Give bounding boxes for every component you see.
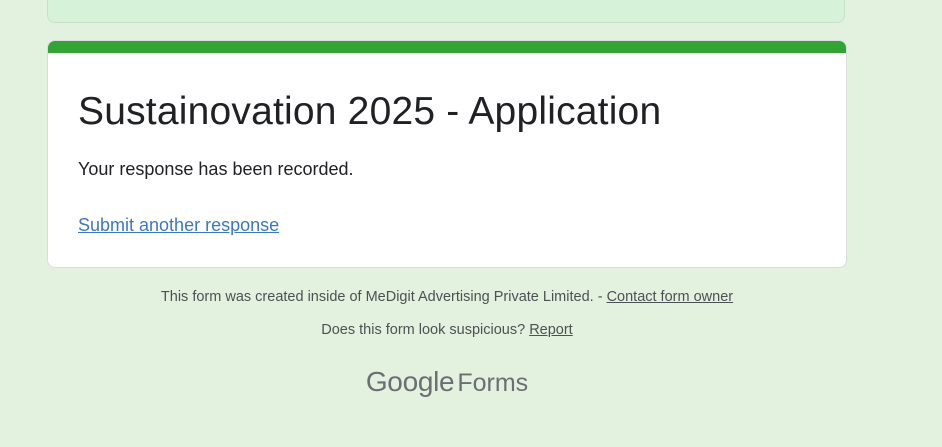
google-forms-logo[interactable]: Google Forms [47, 364, 847, 405]
theme-accent-bar [48, 41, 846, 53]
submit-another-response-link[interactable]: Submit another response [78, 214, 279, 236]
footer-suspicious-text: Does this form look suspicious? [321, 322, 530, 338]
contact-form-owner-link[interactable]: Contact form owner [607, 289, 734, 305]
confirmation-card: Sustainovation 2025 - Application Your r… [47, 40, 847, 268]
footer-suspicious-notice: Does this form look suspicious? Report [47, 321, 847, 339]
previous-card-edge [47, 0, 845, 23]
form-title: Sustainovation 2025 - Application [78, 90, 662, 133]
google-wordmark: Google [365, 366, 455, 397]
confirmation-message: Your response has been recorded. [78, 159, 354, 179]
footer-created-text: This form was created inside of MeDigit … [160, 289, 607, 305]
report-link[interactable]: Report [529, 322, 573, 338]
footer-created-notice: This form was created inside of MeDigit … [47, 288, 847, 306]
forms-wordmark: Forms [457, 369, 529, 397]
